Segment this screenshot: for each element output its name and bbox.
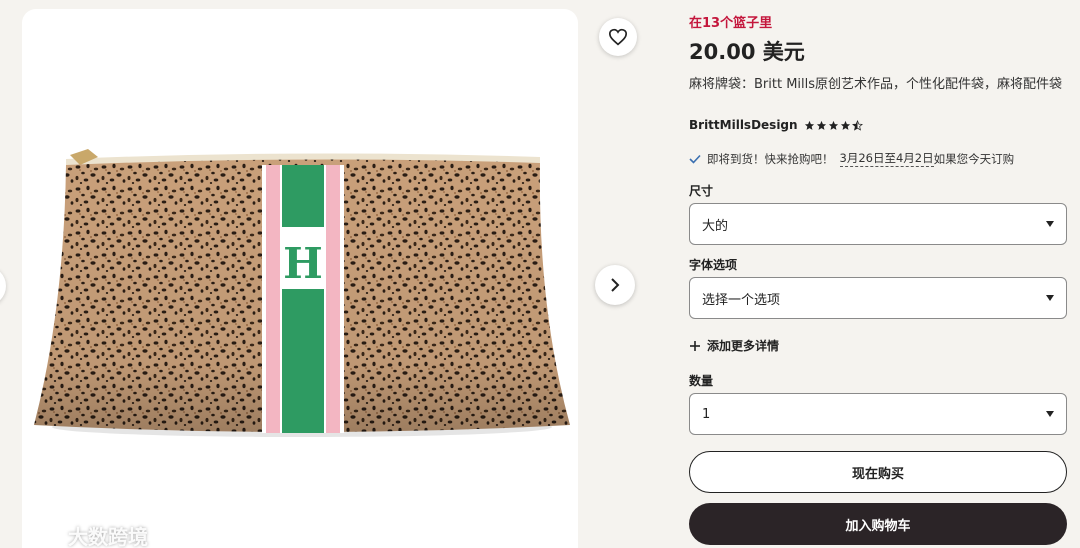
star-icon (840, 120, 850, 130)
checkmark-icon (689, 154, 701, 164)
star-icon (828, 120, 838, 130)
shop-row: BrittMillsDesign (689, 118, 863, 132)
delivery-suffix: 如果您今天订购 (933, 151, 1015, 166)
size-label: 尺寸 (689, 184, 714, 198)
rating-stars (804, 119, 863, 131)
delivery-prefix: 即将到货！快来抢购吧！ (707, 151, 834, 166)
product-image: H (34, 149, 570, 437)
product-image-panel: H 大数跨境 (22, 9, 578, 548)
quantity-select[interactable]: 1 (689, 393, 1067, 435)
monogram-letter: H (283, 239, 323, 288)
caret-down-icon (1046, 221, 1054, 227)
shop-name-link[interactable]: BrittMillsDesign (689, 118, 798, 132)
add-to-cart-button[interactable]: 加入购物车 (689, 503, 1067, 545)
caret-down-icon (1046, 295, 1054, 301)
previous-image-button[interactable] (0, 266, 6, 306)
font-option-select[interactable]: 选择一个选项 (689, 277, 1067, 319)
product-price: 20.00 美元 (689, 40, 805, 64)
star-icon (804, 120, 814, 130)
size-select[interactable]: 大的 (689, 203, 1067, 245)
delivery-estimate: 即将到货！快来抢购吧！ 3月26日至4月2日 如果您今天订购 (689, 150, 1014, 167)
quantity-label: 数量 (689, 374, 714, 388)
caret-down-icon (1046, 411, 1054, 417)
quantity-select-value: 1 (702, 406, 711, 422)
delivery-dates[interactable]: 3月26日至4月2日 (839, 150, 934, 167)
next-image-button[interactable] (595, 265, 635, 305)
add-more-details-button[interactable]: 添加更多详情 (689, 337, 779, 354)
watermark-text: 大数跨境 (68, 525, 148, 548)
font-option-select-value: 选择一个选项 (702, 292, 781, 308)
basket-count-note: 在13个篮子里 (689, 16, 773, 31)
buy-now-button[interactable]: 现在购买 (689, 451, 1067, 493)
half-star-icon (851, 119, 863, 131)
chevron-right-icon (611, 278, 620, 292)
product-title: 麻将牌袋：Britt Mills原创艺术作品，个性化配件袋，麻将配件袋 (689, 77, 1063, 92)
plus-icon (690, 340, 700, 351)
watermark: 大数跨境 (32, 521, 148, 548)
size-select-value: 大的 (702, 218, 729, 234)
add-more-details-label: 添加更多详情 (707, 339, 780, 353)
font-option-label: 字体选项 (689, 258, 738, 272)
watermark-logo-icon (33, 526, 62, 543)
heart-icon (608, 28, 628, 46)
favorite-button[interactable] (599, 18, 637, 56)
star-icon (816, 120, 826, 130)
